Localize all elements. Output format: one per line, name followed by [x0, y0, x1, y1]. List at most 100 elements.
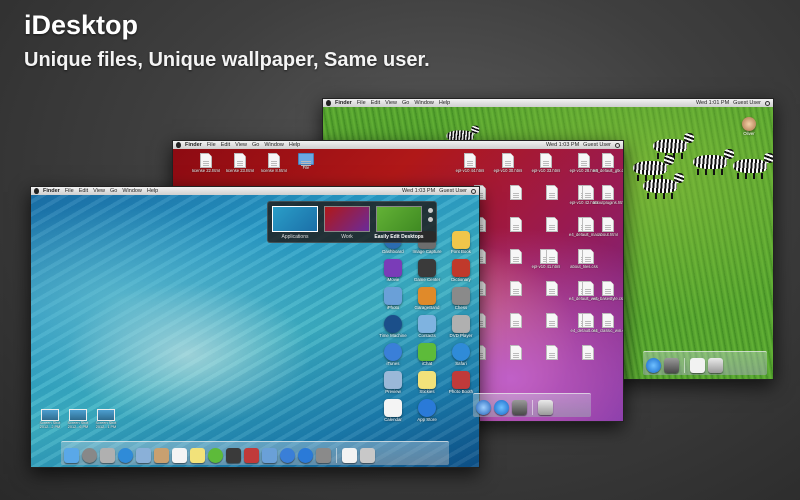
- desktop-file[interactable]: epl-v10 33.html: [531, 153, 561, 174]
- desktop-file[interactable]: [537, 185, 567, 200]
- app-icon-calendar[interactable]: Calendar: [375, 399, 411, 423]
- contacts-icon[interactable]: [154, 448, 169, 463]
- app-icon-preview[interactable]: Preview: [375, 371, 411, 395]
- iphoto-icon[interactable]: [262, 448, 277, 463]
- desktop-file[interactable]: [537, 281, 567, 296]
- menu-edit[interactable]: Edit: [371, 100, 380, 106]
- menu-clock[interactable]: Wed 1:03 PM: [546, 142, 579, 148]
- desktop-file[interactable]: File: [291, 153, 321, 171]
- app-icon-iphoto[interactable]: iPhoto: [375, 287, 411, 311]
- desktop-thumb-edit[interactable]: [376, 206, 422, 232]
- itunes-icon[interactable]: [280, 448, 295, 463]
- desktop-file[interactable]: [573, 313, 603, 328]
- facetime-icon[interactable]: [226, 448, 241, 463]
- edit-icon[interactable]: [428, 208, 433, 213]
- apple-menu-icon[interactable]: [326, 100, 331, 106]
- menu-clock[interactable]: Wed 1:01 PM: [696, 100, 729, 106]
- desktop-file[interactable]: [501, 313, 531, 328]
- document-icon[interactable]: [690, 358, 705, 373]
- apple-menu-icon[interactable]: [176, 142, 181, 148]
- app-icon-chess[interactable]: Chess: [443, 287, 479, 311]
- app-icon-photo-booth[interactable]: Photo Booth: [443, 371, 479, 395]
- mail-icon[interactable]: [136, 448, 151, 463]
- spotlight-icon[interactable]: [765, 100, 770, 106]
- desktop-file[interactable]: [537, 313, 567, 328]
- utility-icon[interactable]: [512, 400, 527, 415]
- menu-help[interactable]: Help: [289, 142, 300, 148]
- desktop-thumb-applications[interactable]: [272, 206, 318, 232]
- trash-icon[interactable]: [360, 448, 375, 463]
- menu-file[interactable]: File: [65, 188, 74, 194]
- app-icon-font-book[interactable]: Font Book: [443, 231, 479, 255]
- calendar-icon[interactable]: [172, 448, 187, 463]
- app-icon-garageband[interactable]: GarageBand: [409, 287, 445, 311]
- menu-view[interactable]: View: [93, 188, 105, 194]
- app-icon-game-center[interactable]: Game Center: [409, 259, 445, 283]
- app-icon-dvd-player[interactable]: DVD Player: [443, 315, 479, 339]
- menu-view[interactable]: View: [385, 100, 397, 106]
- desktop-file[interactable]: [537, 249, 567, 264]
- desktop-file[interactable]: [537, 217, 567, 232]
- menu-user[interactable]: Guest User: [733, 100, 761, 106]
- app-store-icon[interactable]: [646, 358, 661, 373]
- app-icon-contacts[interactable]: Contacts: [409, 315, 445, 339]
- itunes-icon[interactable]: [476, 400, 491, 415]
- app-icon-ichat[interactable]: iChat: [409, 343, 445, 367]
- desktop-file[interactable]: [501, 185, 531, 200]
- menu-finder[interactable]: Finder: [335, 100, 352, 106]
- desktop-file[interactable]: [501, 281, 531, 296]
- menu-file[interactable]: File: [207, 142, 216, 148]
- trash-icon[interactable]: [708, 358, 723, 373]
- desktop-file[interactable]: [573, 281, 603, 296]
- screenshot-file[interactable]: Screen Shot 2012...6 PM: [65, 409, 91, 429]
- trash-icon[interactable]: [538, 400, 553, 415]
- desktop-file[interactable]: [501, 249, 531, 264]
- desktop-file[interactable]: [573, 185, 603, 200]
- app-store-icon[interactable]: [298, 448, 313, 463]
- desktop-thumb-work[interactable]: [324, 206, 370, 232]
- finder-icon[interactable]: [64, 448, 79, 463]
- document-icon[interactable]: [342, 448, 357, 463]
- menu-edit[interactable]: Edit: [79, 188, 88, 194]
- menu-user[interactable]: Guest User: [439, 188, 467, 194]
- app-icon-safari[interactable]: Safari: [443, 343, 479, 367]
- ichat-icon[interactable]: [208, 448, 223, 463]
- menu-go[interactable]: Go: [402, 100, 409, 106]
- menu-edit[interactable]: Edit: [221, 142, 230, 148]
- menu-user[interactable]: Guest User: [583, 142, 611, 148]
- desktop-icon-oliver[interactable]: Oliver: [731, 117, 767, 137]
- app-store-icon[interactable]: [494, 400, 509, 415]
- gear-icon[interactable]: [428, 217, 433, 222]
- menu-help[interactable]: Help: [147, 188, 158, 194]
- desktop-file[interactable]: license 8.html: [259, 153, 289, 174]
- screenshot-file[interactable]: Screen Shot 2012...2 PM: [37, 409, 63, 429]
- app-icon-stickies[interactable]: Stickies: [409, 371, 445, 395]
- safari-icon[interactable]: [118, 448, 133, 463]
- menu-window[interactable]: Window: [414, 100, 434, 106]
- screenshot-file[interactable]: Screen Shot 2012...1 PM: [93, 409, 119, 429]
- desktop-file[interactable]: license 22.html: [191, 153, 221, 174]
- menu-finder[interactable]: Finder: [43, 188, 60, 194]
- menu-view[interactable]: View: [235, 142, 247, 148]
- menu-file[interactable]: File: [357, 100, 366, 106]
- launchpad-icon[interactable]: [82, 448, 97, 463]
- app-icon-time-machine[interactable]: Time Machine: [375, 315, 411, 339]
- app-icon-itunes[interactable]: iTunes: [375, 343, 411, 367]
- utility-icon[interactable]: [664, 358, 679, 373]
- app-icon-app-store[interactable]: App Store: [409, 399, 445, 423]
- menu-help[interactable]: Help: [439, 100, 450, 106]
- mission-control-icon[interactable]: [100, 448, 115, 463]
- spotlight-icon[interactable]: [471, 188, 476, 194]
- menu-clock[interactable]: Wed 1:03 PM: [402, 188, 435, 194]
- desktop-file[interactable]: [573, 249, 603, 264]
- apple-menu-icon[interactable]: [34, 188, 39, 194]
- desktop-file[interactable]: epl-v10 30.html: [493, 153, 523, 174]
- desktop-file[interactable]: e4_default_gtk.css: [593, 153, 623, 174]
- desktop-file[interactable]: [501, 217, 531, 232]
- spotlight-icon[interactable]: [615, 142, 620, 148]
- app-icon-imovie[interactable]: iMovie: [375, 259, 411, 283]
- desktop-file[interactable]: [573, 345, 603, 360]
- desktop-file[interactable]: [501, 345, 531, 360]
- system-preferences-icon[interactable]: [316, 448, 331, 463]
- desktop-file[interactable]: epl-v10 44.html: [455, 153, 485, 174]
